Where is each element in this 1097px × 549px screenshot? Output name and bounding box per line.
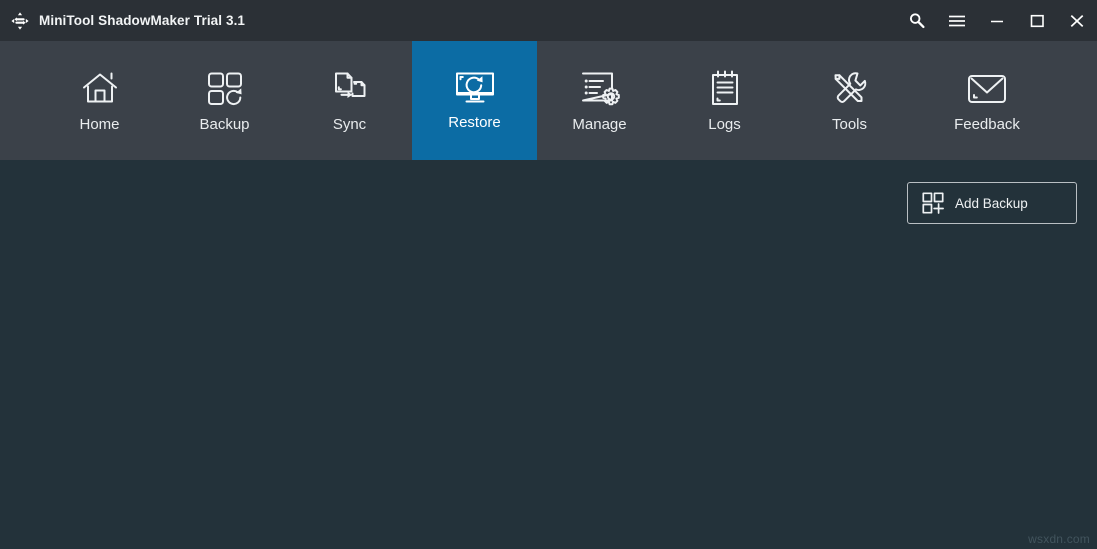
- maximize-icon[interactable]: [1017, 0, 1057, 41]
- nav-label: Backup: [199, 116, 250, 133]
- squares-refresh-icon: [206, 67, 244, 111]
- add-backup-button[interactable]: Add Backup: [907, 182, 1077, 224]
- close-icon[interactable]: [1057, 0, 1097, 41]
- four-way-arrows-icon: [9, 10, 31, 32]
- nav-item-backup[interactable]: Backup: [162, 41, 287, 160]
- nav-label: Logs: [708, 116, 741, 133]
- wrench-screwdriver-icon: [830, 67, 870, 111]
- nav-item-home[interactable]: Home: [37, 41, 162, 160]
- nav-item-restore[interactable]: Restore: [412, 41, 537, 160]
- nav-label: Home: [79, 116, 120, 133]
- list-gear-icon: [579, 67, 621, 111]
- nav-item-manage[interactable]: Manage: [537, 41, 662, 160]
- content-area: Add Backup wsxdn.com: [0, 160, 1097, 549]
- application-window: MiniTool ShadowMaker Trial 3.1 Home Back…: [0, 0, 1097, 549]
- window-controls: [897, 0, 1097, 41]
- add-backup-label: Add Backup: [955, 195, 1028, 211]
- window-title: MiniTool ShadowMaker Trial 3.1: [39, 13, 246, 28]
- minimize-icon[interactable]: [977, 0, 1017, 41]
- nav-label: Restore: [448, 114, 501, 131]
- menu-icon[interactable]: [937, 0, 977, 41]
- nav-item-feedback[interactable]: Feedback: [912, 41, 1062, 160]
- nav-label: Tools: [831, 116, 868, 133]
- nav-label: Manage: [572, 116, 627, 133]
- nav-label: Feedback: [954, 116, 1020, 133]
- watermark: wsxdn.com: [1028, 532, 1090, 546]
- nav-label: Sync: [332, 116, 367, 133]
- notepad-icon: [708, 67, 742, 111]
- nav-item-logs[interactable]: Logs: [662, 41, 787, 160]
- squares-plus-icon: [921, 191, 945, 215]
- nav-left-spacer: [0, 41, 37, 160]
- main-navigation: Home Backup Sync Restore Manage Logs Too…: [0, 41, 1097, 160]
- nav-item-sync[interactable]: Sync: [287, 41, 412, 160]
- house-icon: [80, 67, 120, 111]
- monitor-refresh-icon: [452, 67, 498, 111]
- search-icon[interactable]: [897, 0, 937, 41]
- nav-item-tools[interactable]: Tools: [787, 41, 912, 160]
- two-documents-arrow-icon: [330, 67, 370, 111]
- title-bar: MiniTool ShadowMaker Trial 3.1: [0, 0, 1097, 41]
- envelope-icon: [965, 67, 1009, 111]
